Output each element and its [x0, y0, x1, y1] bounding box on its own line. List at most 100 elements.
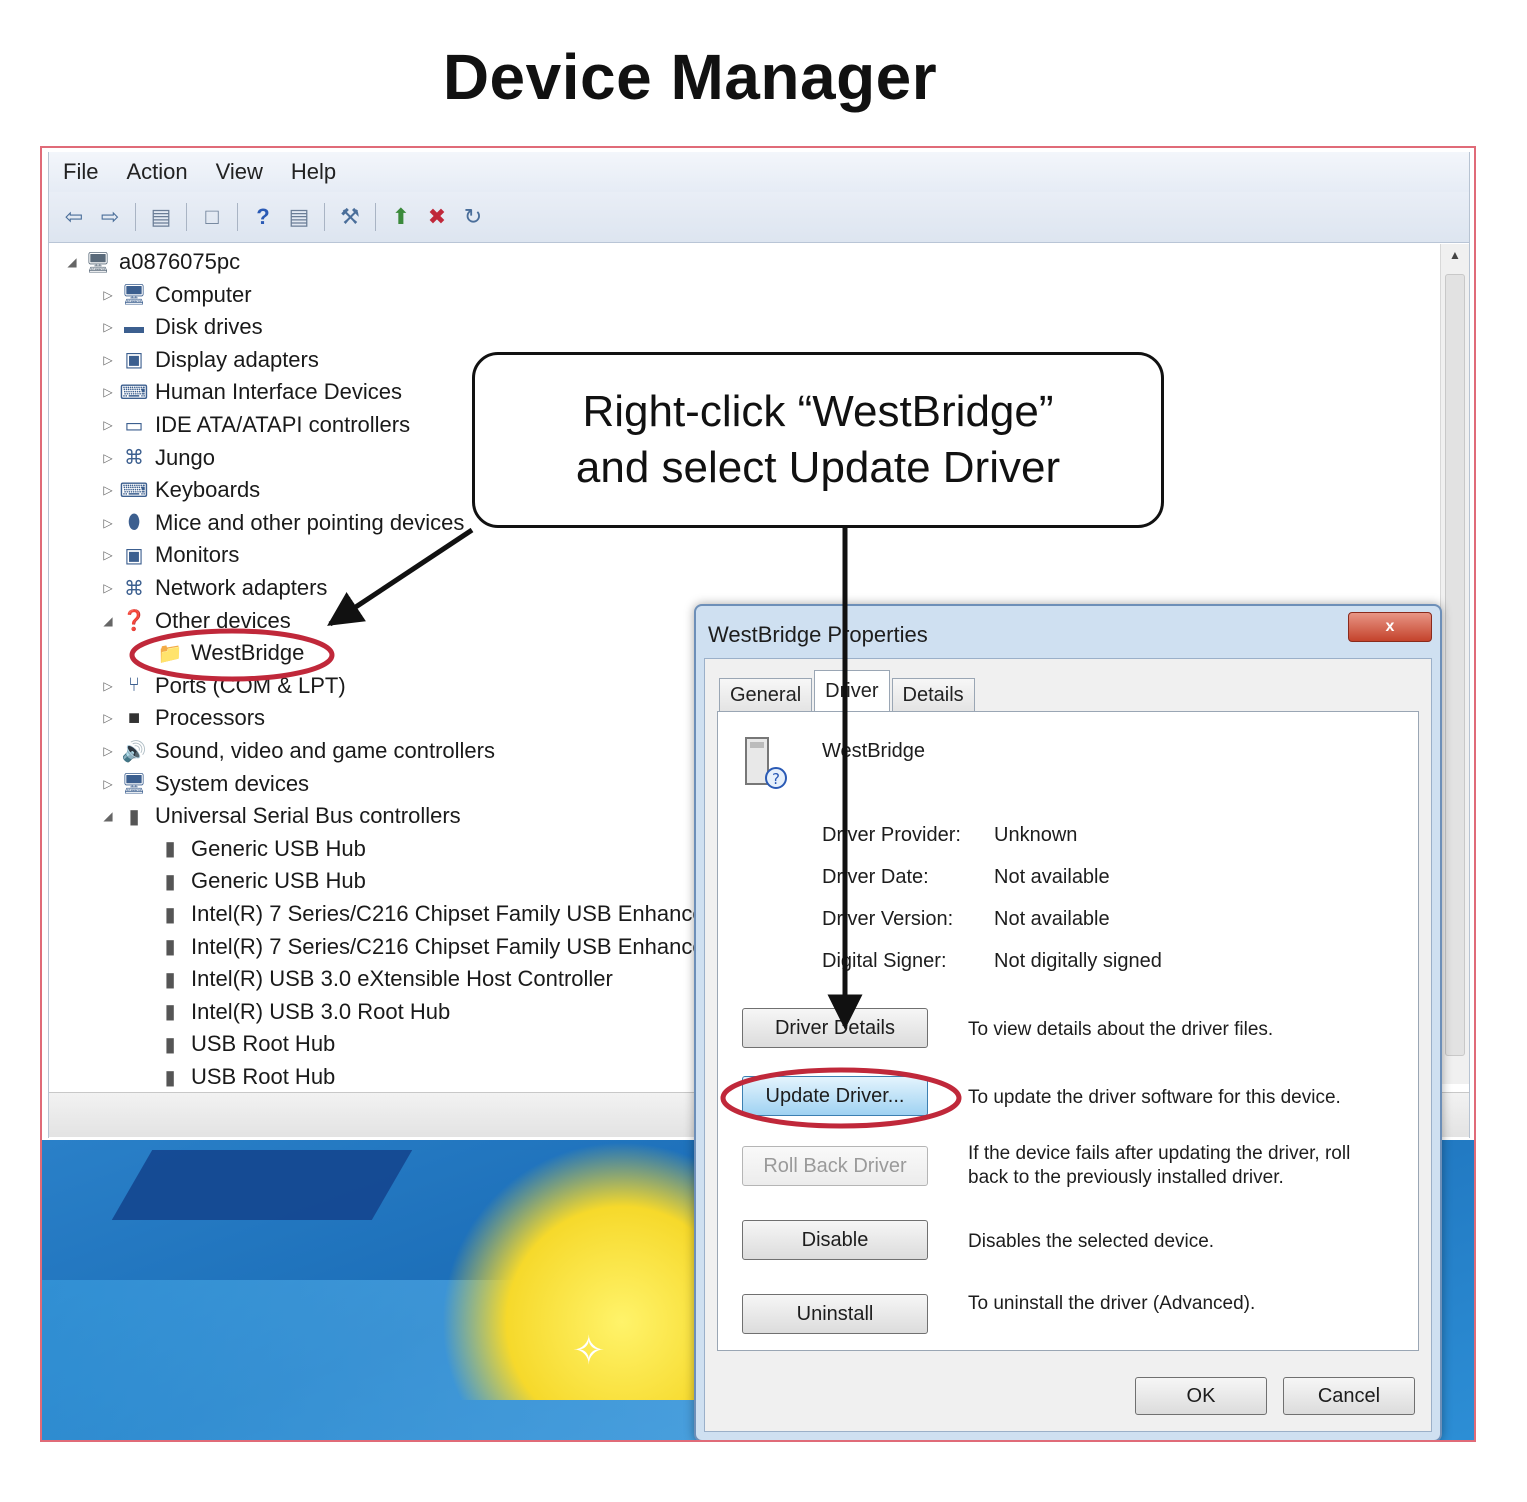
expand-arrow-icon[interactable]: ▷: [99, 451, 117, 465]
driver-details-button[interactable]: Driver Details: [742, 1008, 928, 1048]
processor-icon: ■: [127, 706, 141, 729]
ok-button[interactable]: OK: [1135, 1377, 1267, 1415]
tree-item[interactable]: ▷ ▭ IDE ATA/ATAPI controllers: [99, 409, 410, 441]
expand-arrow-icon[interactable]: ▷: [99, 581, 117, 595]
expand-arrow-icon[interactable]: ▷: [99, 483, 117, 497]
tree-item-label: Jungo: [155, 444, 215, 470]
tree-item[interactable]: ▷ ⑂ Ports (COM & LPT): [99, 670, 346, 702]
expand-arrow-icon[interactable]: ▷: [99, 777, 117, 791]
tree-item-label: Human Interface Devices: [155, 379, 402, 405]
tree-item[interactable]: ▮ Generic USB Hub: [135, 865, 365, 897]
forward-arrow-icon[interactable]: ⇨: [95, 202, 125, 232]
expand-arrow-icon[interactable]: ▷: [99, 548, 117, 562]
callout-line-1: Right-click “WestBridge”: [582, 387, 1054, 436]
tree-item-westbridge[interactable]: 📁 WestBridge: [135, 637, 305, 669]
disable-desc: Disables the selected device.: [968, 1231, 1215, 1252]
tree-item-label: Ports (COM & LPT): [155, 672, 346, 698]
tree-item[interactable]: ▷ 🖥 Computer: [99, 279, 251, 311]
show-hide-tree-icon[interactable]: □: [197, 202, 227, 232]
tree-item[interactable]: ▮ Intel(R) USB 3.0 Root Hub: [135, 996, 450, 1028]
update-driver-button[interactable]: Update Driver...: [742, 1076, 928, 1116]
wallpaper-streak: [111, 1150, 413, 1220]
scan-hardware-icon[interactable]: ⚒: [335, 202, 365, 232]
ide-controller-icon: ▭: [124, 414, 144, 437]
prop-key: Driver Date:: [822, 866, 929, 888]
prop-key: Driver Version:: [822, 908, 954, 930]
expand-arrow-icon[interactable]: ▷: [99, 679, 117, 693]
menu-file[interactable]: File: [49, 159, 112, 185]
tree-item-label: IDE ATA/ATAPI controllers: [155, 412, 411, 437]
tree-item-label: Intel(R) 7 Series/C216 Chipset Family US…: [191, 933, 717, 959]
menu-help[interactable]: Help: [277, 159, 350, 185]
tab-driver[interactable]: Driver: [814, 670, 890, 711]
help-icon[interactable]: ?: [248, 202, 278, 232]
expand-arrow-icon[interactable]: ▷: [99, 353, 117, 367]
tree-item[interactable]: ▮ USB Root Hub: [135, 1028, 335, 1060]
cancel-button[interactable]: Cancel: [1283, 1377, 1415, 1415]
tree-item[interactable]: ▷ ▣ Monitors: [99, 539, 239, 571]
disable-button[interactable]: Disable: [742, 1220, 928, 1260]
tree-item[interactable]: ▷ 🖥 System devices: [99, 768, 309, 800]
back-arrow-icon[interactable]: ⇦: [59, 202, 89, 232]
toolbar-separator: [186, 203, 187, 231]
expand-arrow-icon[interactable]: ▷: [99, 418, 117, 432]
tree-item[interactable]: ▮ Generic USB Hub: [135, 833, 365, 865]
prop-row: Driver Version: Not available: [822, 908, 1110, 931]
vertical-scrollbar[interactable]: ▲: [1440, 244, 1469, 1084]
usb-icon: ▮: [164, 903, 176, 926]
tab-strip: General Driver Details: [719, 670, 977, 711]
svg-text:?: ?: [772, 770, 780, 788]
scroll-thumb[interactable]: [1445, 274, 1465, 1056]
uninstall-button[interactable]: Uninstall: [742, 1294, 928, 1334]
tree-item[interactable]: ▮ USB Root Hub: [135, 1061, 335, 1093]
network-adapter-icon: ⌘: [124, 577, 144, 600]
tree-item-label: Intel(R) USB 3.0 Root Hub: [191, 998, 451, 1024]
disable-device-icon[interactable]: ↻: [458, 202, 488, 232]
expand-arrow-icon[interactable]: ▷: [99, 320, 117, 334]
collapse-arrow-icon[interactable]: ◢: [99, 809, 117, 823]
network-icon: ⌘: [124, 447, 144, 470]
roll-back-driver-button[interactable]: Roll Back Driver: [742, 1146, 928, 1186]
tree-item[interactable]: ▷ ■ Processors: [99, 702, 265, 734]
tree-item-label: Mice and other pointing devices: [155, 509, 465, 535]
expand-arrow-icon[interactable]: ▷: [99, 711, 117, 725]
tree-item[interactable]: ▷ ⌘ Jungo: [99, 442, 215, 474]
tree-item[interactable]: ◢ ❓ Other devices: [99, 605, 290, 637]
menu-view[interactable]: View: [202, 159, 277, 185]
collapse-arrow-icon[interactable]: ◢: [63, 255, 81, 269]
menu-bar: File Action View Help: [49, 152, 1469, 192]
expand-arrow-icon[interactable]: ▷: [99, 744, 117, 758]
tree-root[interactable]: ◢ 🖥 a0876075pc: [63, 246, 240, 278]
expand-arrow-icon[interactable]: ▷: [99, 288, 117, 302]
tab-details[interactable]: Details: [891, 678, 975, 711]
tree-item-label: Keyboards: [155, 477, 261, 503]
toolbar-separator: [324, 203, 325, 231]
scroll-up-icon[interactable]: ▲: [1441, 248, 1469, 262]
tree-item[interactable]: ▮ Intel(R) 7 Series/C216 Chipset Family U…: [135, 898, 716, 930]
tree-item[interactable]: ▷ ▬ Disk drives: [99, 311, 262, 343]
tab-general[interactable]: General: [719, 678, 813, 711]
tree-item[interactable]: ▷ ⌘ Network adapters: [99, 572, 327, 604]
tree-item[interactable]: ▷ 🔊 Sound, video and game controllers: [99, 735, 495, 767]
usb-icon: ▮: [164, 1001, 176, 1024]
expand-arrow-icon[interactable]: ▷: [99, 516, 117, 530]
tree-item[interactable]: ▮ Intel(R) 7 Series/C216 Chipset Family U…: [135, 931, 717, 963]
window-icon[interactable]: ▤: [284, 202, 314, 232]
prop-value: Unknown: [994, 824, 1078, 846]
tree-item[interactable]: ▷ ⌨ Keyboards: [99, 474, 260, 506]
collapse-arrow-icon[interactable]: ◢: [99, 614, 117, 628]
properties-sheet-icon[interactable]: ▤: [146, 202, 176, 232]
tree-item[interactable]: ▷ ▣ Display adapters: [99, 344, 319, 376]
update-driver-icon[interactable]: ⬆: [386, 202, 416, 232]
tree-item[interactable]: ▷ ⌨ Human Interface Devices: [99, 376, 402, 408]
tree-item[interactable]: ◢ ▮ Universal Serial Bus controllers: [99, 800, 460, 832]
tree-item[interactable]: ▷ ⬮ Mice and other pointing devices: [99, 507, 464, 539]
expand-arrow-icon[interactable]: ▷: [99, 385, 117, 399]
port-icon: ⑂: [128, 674, 140, 697]
close-button[interactable]: x: [1348, 612, 1432, 642]
tree-item[interactable]: ▮ Intel(R) USB 3.0 eXtensible Host Contro…: [135, 963, 612, 995]
uninstall-icon[interactable]: ✖: [422, 202, 452, 232]
menu-action[interactable]: Action: [112, 159, 201, 185]
system-device-icon: 🖥: [121, 773, 147, 796]
computer-root-icon: 🖥: [85, 251, 111, 274]
